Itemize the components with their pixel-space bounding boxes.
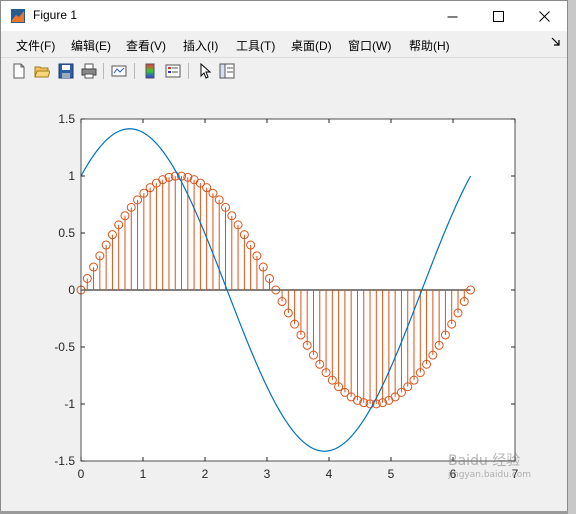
watermark-text: Baidu 经验 bbox=[448, 453, 521, 469]
open-file-icon bbox=[34, 66, 50, 78]
watermark-subtext: jingyan.baidu.com bbox=[448, 470, 532, 480]
toolbar-separator bbox=[188, 63, 189, 79]
minimize-icon bbox=[447, 16, 457, 17]
close-icon bbox=[538, 10, 550, 22]
menu-help[interactable]: 帮助(H) bbox=[409, 37, 450, 54]
property-inspector-button[interactable] bbox=[218, 62, 236, 80]
close-button[interactable] bbox=[521, 1, 567, 31]
dock-arrow-icon[interactable] bbox=[551, 37, 561, 47]
colorbar-icon bbox=[145, 63, 155, 79]
baidu-watermark: Baidu 经验 jingyan.baidu.com bbox=[448, 450, 531, 480]
x-tick-label: 2 bbox=[202, 467, 209, 481]
toolbar-separator bbox=[103, 63, 104, 79]
menu-insert[interactable]: 插入(I) bbox=[183, 37, 218, 54]
y-tick-label: -0.5 bbox=[54, 340, 75, 354]
save-button[interactable] bbox=[57, 62, 75, 80]
legend-button[interactable] bbox=[164, 62, 182, 80]
y-tick-label: 0 bbox=[68, 283, 75, 297]
colorbar-button[interactable] bbox=[141, 62, 159, 80]
open-file-button[interactable] bbox=[33, 62, 51, 80]
figure-canvas: 0 1 2 3 4 5 6 7 1.5 1 0.5 0 -0.5 -1 -1.5 bbox=[1, 85, 567, 511]
toolbar bbox=[1, 57, 567, 86]
menu-bar: 文件(F) 编辑(E) 查看(V) 插入(I) 工具(T) 桌面(D) 窗口(W… bbox=[1, 31, 567, 57]
menu-tools[interactable]: 工具(T) bbox=[236, 37, 275, 54]
figure-window: Figure 1 文件(F) 编辑(E) 查看(V) 插入(I) 工具(T) 桌… bbox=[0, 0, 568, 511]
edit-plot-button[interactable] bbox=[196, 62, 214, 80]
y-tick-label: 1.5 bbox=[58, 112, 75, 126]
toolbar-separator bbox=[134, 63, 135, 79]
y-tick-label: -1.5 bbox=[54, 454, 75, 468]
save-icon bbox=[58, 63, 74, 79]
y-tick-label: 1 bbox=[68, 169, 75, 183]
x-tick-label: 0 bbox=[78, 467, 85, 481]
menu-desktop[interactable]: 桌面(D) bbox=[291, 37, 332, 54]
title-bar: Figure 1 bbox=[1, 1, 567, 31]
maximize-button[interactable] bbox=[475, 1, 521, 31]
x-tick-label: 4 bbox=[326, 467, 333, 481]
maximize-icon bbox=[492, 10, 504, 22]
plot-chart[interactable]: 0 1 2 3 4 5 6 71.510.50-0.5-1-1.5 bbox=[1, 85, 567, 511]
link-plot-button[interactable] bbox=[110, 62, 128, 80]
property-inspector-icon bbox=[219, 63, 235, 79]
x-tick-label: 3 bbox=[264, 467, 271, 481]
y-tick-label: -1 bbox=[64, 397, 75, 411]
legend-icon bbox=[165, 64, 181, 78]
print-icon bbox=[81, 63, 97, 79]
window-title: Figure 1 bbox=[33, 8, 78, 22]
menu-view[interactable]: 查看(V) bbox=[126, 37, 166, 54]
x-tick-label: 1 bbox=[140, 467, 147, 481]
y-tick-label: 0.5 bbox=[58, 226, 75, 240]
edit-plot-arrow-icon bbox=[200, 63, 212, 79]
menu-window[interactable]: 窗口(W) bbox=[348, 37, 391, 54]
new-figure-button[interactable] bbox=[10, 62, 28, 80]
link-plot-icon bbox=[111, 65, 127, 77]
matlab-app-icon bbox=[11, 9, 25, 23]
x-tick-label: 5 bbox=[388, 467, 395, 481]
menu-file[interactable]: 文件(F) bbox=[16, 37, 55, 54]
minimize-button[interactable] bbox=[429, 1, 475, 31]
background-edge bbox=[568, 0, 576, 514]
menu-edit[interactable]: 编辑(E) bbox=[71, 37, 111, 54]
new-figure-icon bbox=[13, 63, 25, 79]
print-button[interactable] bbox=[80, 62, 98, 80]
